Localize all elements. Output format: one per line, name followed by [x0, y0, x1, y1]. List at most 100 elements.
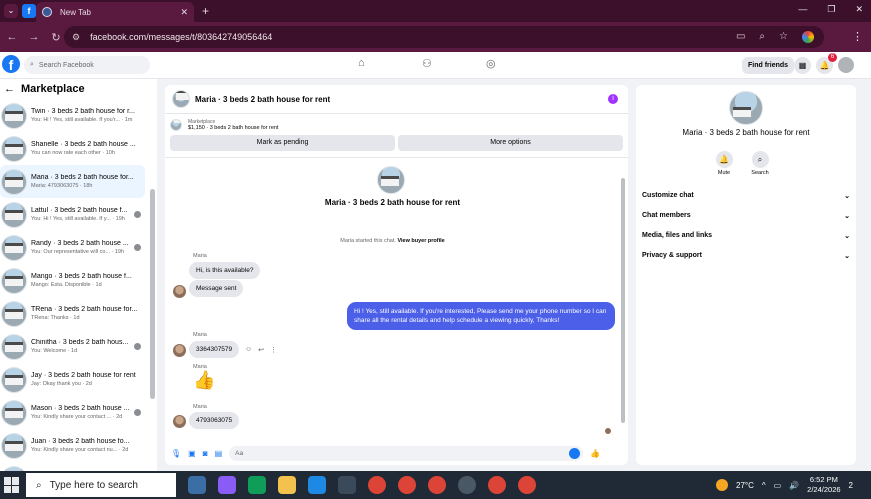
gif-icon[interactable]: ▤ — [215, 449, 223, 458]
incoming-message[interactable]: 3364307579 — [189, 341, 240, 358]
reload-icon[interactable]: ↻ — [46, 31, 66, 44]
store-icon[interactable] — [338, 476, 356, 494]
sender-avatar[interactable] — [173, 285, 186, 298]
customize-chat-row[interactable]: Customize chat ⌄ — [642, 192, 850, 200]
tune-icon[interactable]: ⚙ — [72, 32, 80, 43]
copilot-icon[interactable] — [218, 476, 236, 494]
sender-avatar[interactable] — [173, 415, 186, 428]
apps-grid-icon[interactable]: ▦ — [794, 57, 811, 74]
address-bar[interactable]: ⚙ facebook.com/messages/t/80364274905646… — [64, 26, 824, 48]
weather-icon[interactable] — [716, 479, 728, 491]
more-options-button[interactable]: More options — [398, 135, 623, 151]
edge-icon[interactable] — [248, 476, 266, 494]
account-avatar[interactable] — [838, 57, 854, 73]
emoji-icon[interactable] — [569, 447, 581, 459]
row-label: Media, files and links — [642, 232, 713, 239]
conversation-item[interactable]: Randy · 3 beds 2 bath house ... You: Our … — [0, 231, 157, 264]
conversation-item[interactable]: Jay · 3 beds 2 bath house for rent Jay: O… — [0, 363, 157, 396]
chrome-icon[interactable] — [368, 476, 386, 494]
tray-chevron-icon[interactable]: ^ — [762, 481, 766, 490]
forward-arrow-icon[interactable]: → — [24, 31, 44, 43]
conversation-item[interactable]: Mason · 3 beds 2 bath house ... You: Kind… — [0, 396, 157, 429]
listing-profile-thumbnail[interactable] — [729, 91, 763, 125]
row-label: Chat members — [642, 212, 691, 219]
mark-as-pending-button[interactable]: Mark as pending — [170, 135, 395, 151]
reply-icon[interactable]: ↩ — [258, 346, 264, 354]
search-conversation-button[interactable]: ⌕ Search — [750, 151, 770, 176]
chrome-icon[interactable] — [398, 476, 416, 494]
conversation-item[interactable]: Maria · 3 beds 2 bath house for... Maria:… — [0, 165, 145, 198]
listing-thumbnail — [1, 300, 27, 327]
facebook-search-input[interactable]: ⌕ Search Facebook — [24, 56, 150, 74]
zoom-icon[interactable]: ⌕ — [759, 31, 765, 43]
network-icon[interactable]: ▭ — [774, 481, 782, 490]
find-friends-button[interactable]: Find friends — [742, 57, 795, 74]
back-arrow-icon[interactable]: ← — [4, 83, 15, 95]
chrome-icon[interactable] — [488, 476, 506, 494]
chrome-icon[interactable] — [428, 476, 446, 494]
screen-cast-icon[interactable]: ▭ — [736, 31, 745, 43]
react-emoji-icon[interactable]: ☺ — [245, 346, 252, 354]
like-send-icon[interactable]: 👍 — [590, 449, 600, 458]
temperature[interactable]: 27°C — [736, 481, 754, 490]
close-tab-icon[interactable]: ✕ — [180, 7, 188, 18]
notification-center-badge[interactable]: 2 — [849, 481, 853, 490]
conversation-item[interactable]: Shanelle · 3 beds 2 bath house ... You ca… — [0, 132, 157, 165]
info-icon[interactable]: i — [608, 94, 618, 104]
thumbs-up-icon[interactable]: 👍 — [193, 370, 215, 391]
friends-icon[interactable]: ⚇ — [422, 57, 432, 70]
incoming-message[interactable]: Message sent — [189, 280, 244, 297]
incoming-message[interactable]: Hi, is this available? — [189, 262, 261, 279]
clock[interactable]: 6:52 PM 2/24/2026 — [807, 475, 840, 495]
conversation-item[interactable]: Chinitha · 3 beds 2 bath hous... You: Wel… — [0, 330, 157, 363]
taskbar-search-box[interactable]: ⌕ Type here to search — [26, 473, 176, 497]
sticker-icon[interactable]: ◙ — [203, 449, 208, 458]
outgoing-message[interactable]: Hi ! Yes, still available. If you're int… — [347, 302, 615, 330]
menu-icon[interactable]: ⋮ — [852, 30, 863, 43]
conversation-item[interactable]: TRena · 3 beds 2 bath house for... TRena:… — [0, 297, 157, 330]
conversation-item[interactable]: Frank · 3 beds 2 bath house f... — [0, 462, 157, 471]
conversation-item[interactable]: Twin · 3 beds 2 bath house for r... You: … — [0, 99, 157, 132]
star-icon[interactable]: ☆ — [779, 31, 788, 43]
file-explorer-icon[interactable] — [278, 476, 296, 494]
sender-avatar[interactable] — [173, 344, 186, 357]
mail-icon[interactable] — [308, 476, 326, 494]
sidebar-scrollbar[interactable] — [150, 189, 155, 399]
maximize-icon[interactable]: ❐ — [827, 4, 835, 15]
chrome-active-icon[interactable] — [458, 476, 476, 494]
conversation-item[interactable]: Juan · 3 beds 2 bath house fo... You: Kin… — [0, 429, 157, 462]
media-files-links-row[interactable]: Media, files and links ⌄ — [642, 232, 850, 240]
close-window-icon[interactable]: ✕ — [855, 4, 863, 15]
chrome-icon[interactable] — [518, 476, 536, 494]
groups-icon[interactable]: ◎ — [486, 57, 496, 70]
privacy-support-row[interactable]: Privacy & support ⌄ — [642, 252, 850, 260]
chat-members-row[interactable]: Chat members ⌄ — [642, 212, 850, 220]
thread-scrollbar[interactable] — [621, 178, 625, 423]
chat-title[interactable]: Maria · 3 beds 2 bath house for rent — [195, 95, 330, 104]
back-arrow-icon[interactable]: ← — [2, 31, 22, 43]
volume-icon[interactable]: 🔊 — [789, 481, 799, 490]
conversation-item[interactable]: Lattul · 3 beds 2 bath house f... You: Hi… — [0, 198, 157, 231]
facebook-logo-icon[interactable]: f — [2, 55, 20, 73]
marketplace-sidebar: ← Marketplace Twin · 3 beds 2 bath house… — [0, 79, 157, 471]
profile-icon[interactable] — [802, 31, 814, 43]
incoming-message[interactable]: 4793063075 — [189, 412, 240, 429]
microphone-icon[interactable]: 🎙 — [171, 449, 181, 458]
photo-icon[interactable]: ▣ — [188, 449, 196, 458]
listing-price[interactable]: $1,150 · 3 beds 2 bath house for rent — [188, 125, 279, 131]
view-buyer-profile-link[interactable]: View buyer profile — [397, 238, 444, 244]
tab-new-tab[interactable]: New Tab ✕ — [36, 2, 194, 22]
task-view-icon[interactable] — [188, 476, 206, 494]
minimize-icon[interactable]: — — [798, 4, 807, 15]
conversation-item[interactable]: Mango · 3 beds 2 bath house f... Mango: E… — [0, 264, 157, 297]
url-text[interactable]: facebook.com/messages/t/803642749056464 — [90, 32, 272, 42]
new-tab-plus-icon[interactable]: + — [202, 4, 209, 18]
listing-thumbnail[interactable] — [172, 90, 190, 108]
facebook-pinned-tab-icon[interactable]: f — [22, 4, 36, 18]
tab-search-chevron-icon[interactable]: ⌄ — [4, 4, 18, 18]
windows-start-icon[interactable] — [4, 477, 20, 493]
mute-button[interactable]: 🔔 Mute — [714, 151, 734, 176]
more-icon[interactable]: ⋮ — [270, 346, 277, 354]
message-input[interactable]: Aa — [229, 445, 584, 461]
home-icon[interactable]: ⌂ — [358, 57, 365, 69]
